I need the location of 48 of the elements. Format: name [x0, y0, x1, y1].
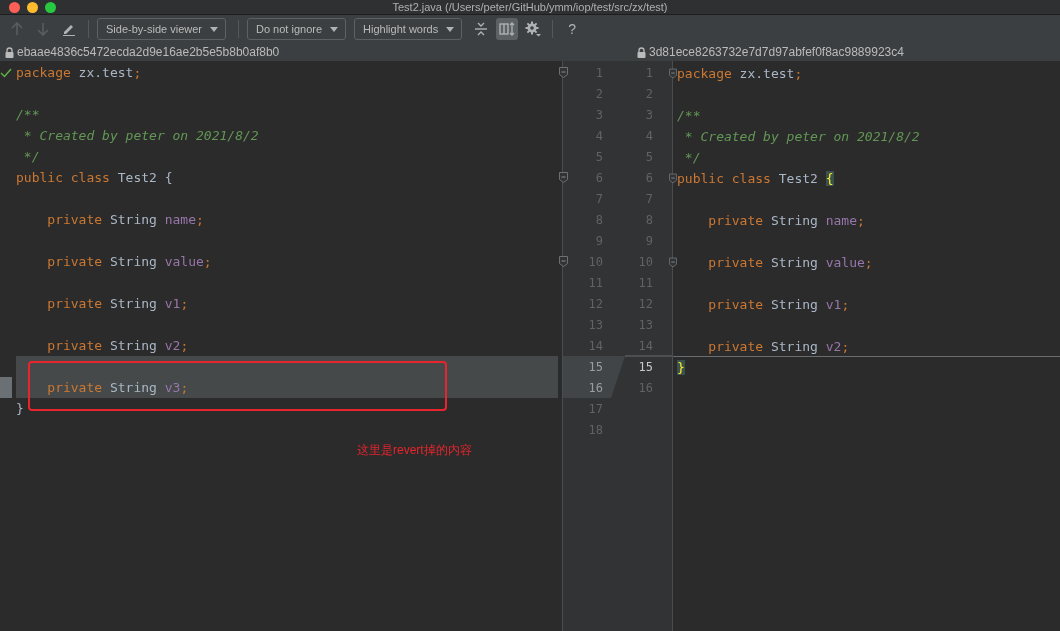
line-number: 15 — [588, 359, 603, 374]
code-line: private String name; — [46, 212, 204, 227]
annotation-text: 这里是revert掉的内容 — [357, 442, 472, 459]
minimize-button[interactable] — [27, 1, 38, 13]
code-line: /** — [677, 107, 701, 123]
code-line: * Created by peter on 2021/8/2 — [22, 128, 259, 143]
down-arrow-icon — [37, 22, 49, 36]
columns-sync-icon — [499, 22, 516, 36]
code-line: private String name; — [707, 212, 865, 228]
lock-icon — [637, 46, 646, 58]
code-line: package zx.test; — [677, 65, 803, 81]
zoom-button[interactable] — [45, 1, 56, 13]
caret-icon — [446, 26, 455, 32]
settings-icon — [525, 21, 542, 37]
caret-icon — [210, 26, 218, 32]
help-button[interactable]: ? — [561, 18, 584, 40]
up-arrow-icon — [11, 22, 23, 36]
code-line: package zx.test; — [16, 65, 142, 80]
code-line: private String v1; — [707, 296, 850, 312]
code-line: /** — [16, 107, 40, 122]
code-line: private String v2; — [707, 338, 850, 354]
close-button[interactable] — [9, 1, 20, 13]
revision-hash: 3d81ece8263732e7d7d97abfef0f8ac9889923c4 — [649, 45, 904, 59]
code-line: private String v1; — [46, 296, 189, 311]
check-icon — [0, 67, 12, 78]
code-line: public class Test2 { — [16, 170, 173, 185]
window-title: Test2.java (/Users/peter/GitHub/ymm/iop/test/src/zx/test) — [392, 1, 668, 13]
code-line: */ — [683, 149, 701, 165]
code-line: private String v2; — [46, 338, 189, 353]
line-number: 16 — [588, 380, 603, 395]
line-number: 15 — [638, 359, 653, 374]
lock-icon — [5, 46, 14, 58]
dropdown[interactable]: Highlight words — [354, 18, 463, 40]
code-line: */ — [22, 149, 40, 164]
change-marker — [0, 377, 12, 398]
code-line: private String value; — [707, 254, 873, 270]
revision-hash: ebaae4836c5472ecda2d9e16ae2b5e5b8b0af8b0 — [17, 45, 280, 59]
code-line: private String value; — [46, 254, 212, 269]
caret-icon — [330, 26, 339, 32]
code-line: public class Test2 { — [677, 170, 834, 186]
code-line: } — [16, 401, 24, 416]
code-line: private String v3; — [46, 380, 189, 395]
pencil-icon — [62, 22, 76, 36]
toolbar-button[interactable] — [496, 18, 519, 40]
dropdown[interactable]: Do not ignore — [247, 18, 347, 40]
dropdown[interactable]: Side-by-side viewer — [97, 18, 226, 40]
code-line: * Created by peter on 2021/8/2 — [683, 128, 920, 144]
collapse-icon — [474, 22, 489, 36]
